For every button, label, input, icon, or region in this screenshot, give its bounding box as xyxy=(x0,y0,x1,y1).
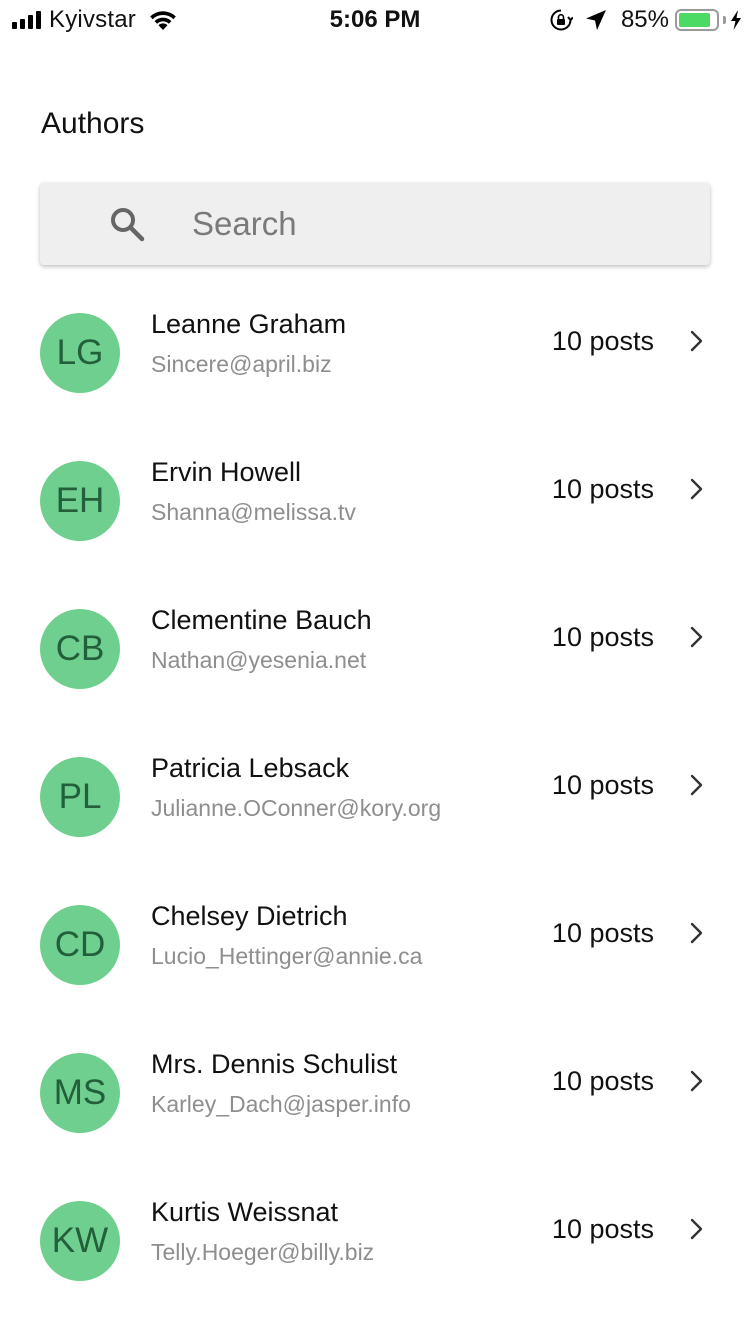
post-count: 10 posts xyxy=(551,770,654,800)
author-email: Sincere@april.biz xyxy=(151,351,332,377)
chevron-right-icon xyxy=(690,774,703,796)
author-email: Lucio_Hettinger@annie.ca xyxy=(151,943,423,969)
chevron-right-icon xyxy=(690,330,703,352)
avatar: PL xyxy=(40,757,120,837)
battery-level-fill xyxy=(679,13,710,27)
search-bar[interactable] xyxy=(40,183,710,265)
author-list-item[interactable]: CD Chelsey Dietrich Lucio_Hettinger@anni… xyxy=(0,880,750,1028)
author-name: Kurtis Weissnat xyxy=(151,1197,339,1227)
avatar: CB xyxy=(40,609,120,689)
battery-percent: 85% xyxy=(620,6,669,33)
author-name: Patricia Lebsack xyxy=(151,753,350,783)
author-list-item[interactable]: PL Patricia Lebsack Julianne.OConner@kor… xyxy=(0,732,750,880)
author-name: Mrs. Dennis Schulist xyxy=(151,1049,398,1079)
charging-bolt-icon xyxy=(731,10,741,30)
post-count: 10 posts xyxy=(551,474,654,504)
author-list-item[interactable]: EH Ervin Howell Shanna@melissa.tv 10 pos… xyxy=(0,436,750,584)
author-name: Ervin Howell xyxy=(151,457,302,487)
author-name: Clementine Bauch xyxy=(151,605,372,635)
chevron-right-icon xyxy=(690,478,703,500)
location-arrow-icon xyxy=(585,10,606,30)
chevron-right-icon xyxy=(690,1218,703,1240)
post-count: 10 posts xyxy=(551,622,654,652)
chevron-right-icon xyxy=(690,1070,703,1092)
avatar: EH xyxy=(40,461,120,541)
author-list-item[interactable]: KW Kurtis Weissnat Telly.Hoeger@billy.bi… xyxy=(0,1176,750,1324)
post-count: 10 posts xyxy=(551,1066,654,1096)
chevron-right-icon xyxy=(690,626,703,648)
page-title: Authors xyxy=(41,107,145,140)
avatar: LG xyxy=(40,313,120,393)
search-input[interactable] xyxy=(192,205,672,243)
author-list-item[interactable]: CB Clementine Bauch Nathan@yesenia.net 1… xyxy=(0,584,750,732)
avatar: KW xyxy=(40,1201,120,1281)
author-email: Julianne.OConner@kory.org xyxy=(151,795,442,821)
orientation-lock-icon xyxy=(550,9,573,31)
status-bar-right: 85% xyxy=(549,6,742,34)
author-list-item[interactable]: LG Leanne Graham Sincere@april.biz 10 po… xyxy=(0,288,750,436)
author-name: Leanne Graham xyxy=(151,309,347,339)
post-count: 10 posts xyxy=(551,1214,654,1244)
author-name: Chelsey Dietrich xyxy=(151,901,348,931)
avatar: CD xyxy=(40,905,120,985)
post-count: 10 posts xyxy=(551,326,654,356)
battery-cap xyxy=(723,16,726,24)
avatar: MS xyxy=(40,1053,120,1133)
author-email: Nathan@yesenia.net xyxy=(151,647,367,673)
author-email: Telly.Hoeger@billy.biz xyxy=(151,1239,375,1265)
status-bar: Kyivstar 5:06 PM 85% xyxy=(0,0,750,40)
search-icon xyxy=(111,208,145,242)
post-count: 10 posts xyxy=(551,918,654,948)
battery-icon xyxy=(675,9,719,31)
author-list-item[interactable]: MS Mrs. Dennis Schulist Karley_Dach@jasp… xyxy=(0,1028,750,1176)
author-email: Shanna@melissa.tv xyxy=(151,499,356,525)
chevron-right-icon xyxy=(690,922,703,944)
author-email: Karley_Dach@jasper.info xyxy=(151,1091,411,1117)
